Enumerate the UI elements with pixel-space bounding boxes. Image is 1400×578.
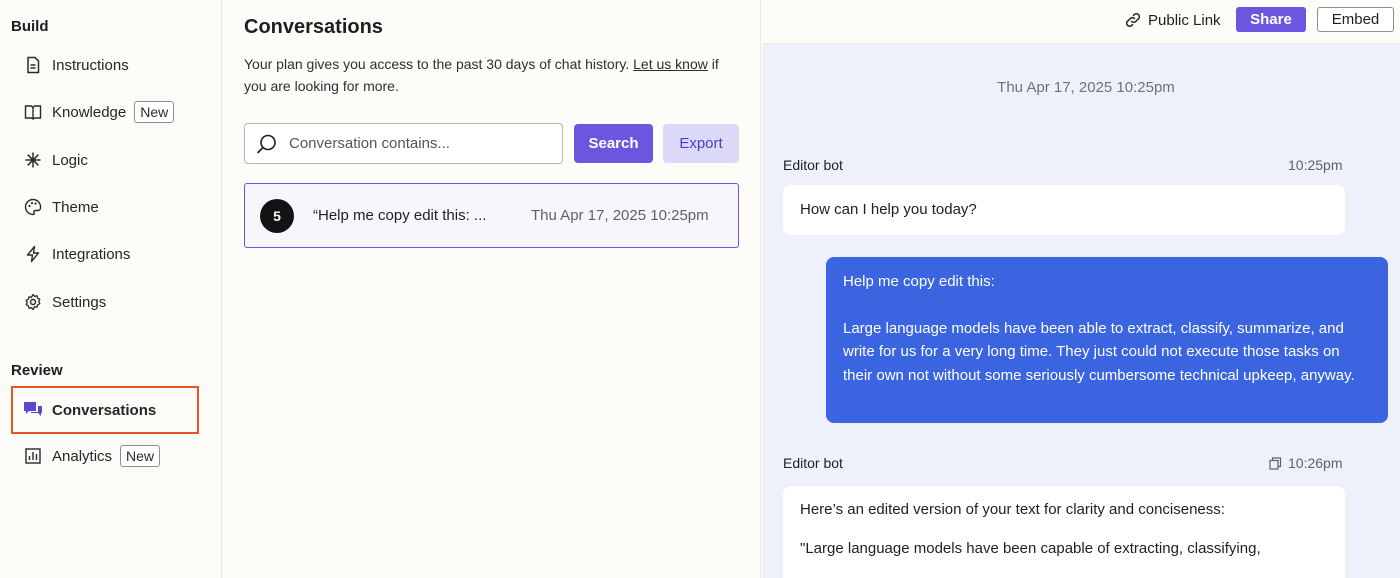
link-icon — [1124, 11, 1142, 29]
sidebar-item-label: Instructions — [52, 56, 129, 74]
new-badge: New — [120, 445, 161, 467]
sidebar-item-label: Settings — [52, 293, 107, 311]
message-text: How can I help you today? — [800, 201, 977, 218]
sidebar-item-label: Conversations — [52, 401, 157, 419]
sidebar-item-theme[interactable]: Theme — [14, 185, 198, 229]
public-link-button[interactable]: Public Link — [1124, 9, 1221, 31]
message-time: 10:26pm — [1269, 455, 1342, 471]
chat-bubbles-icon — [22, 399, 44, 421]
public-link-label: Public Link — [1148, 11, 1221, 29]
conversation-preview: “Help me copy edit this: ... — [313, 207, 487, 224]
sidebar-item-label: Knowledge — [52, 103, 127, 121]
message-sender: Editor bot — [783, 455, 843, 471]
message-time-text: 10:25pm — [1288, 157, 1343, 173]
build-section-title: Build — [11, 18, 49, 35]
plan-notice: Your plan gives you access to the past 3… — [244, 53, 734, 97]
chat-date: Thu Apr 17, 2025 10:25pm — [997, 79, 1175, 96]
message-text: Here’s an edited version of your text fo… — [800, 501, 1225, 518]
chat-toolbar: Public Link Share Embed — [762, 0, 1400, 44]
search-button[interactable]: Search — [574, 124, 653, 163]
sidebar-item-label: Analytics — [52, 447, 113, 465]
user-message-bubble: Help me copy edit this: Large language m… — [826, 257, 1388, 423]
sidebar-item-label: Logic — [52, 151, 88, 169]
new-badge: New — [134, 101, 175, 123]
conversation-timestamp: Thu Apr 17, 2025 10:25pm — [531, 207, 709, 224]
sidebar-item-analytics[interactable]: Analytics New — [14, 434, 198, 478]
share-button[interactable]: Share — [1236, 7, 1306, 32]
search-icon — [255, 132, 279, 156]
lightning-icon — [22, 243, 44, 265]
message-time: 10:25pm — [1288, 157, 1342, 173]
message-sender: Editor bot — [783, 157, 843, 173]
sidebar-item-label: Theme — [52, 198, 99, 216]
plan-text: Your plan gives you access to the past 3… — [244, 56, 634, 72]
conversations-panel: Conversations Your plan gives you access… — [222, 0, 761, 578]
bot-message-bubble: Here’s an edited version of your text fo… — [783, 486, 1345, 578]
asterisk-icon — [22, 149, 44, 171]
sidebar-item-logic[interactable]: Logic — [14, 138, 198, 182]
message-time-text: 10:26pm — [1288, 455, 1343, 471]
gear-icon — [22, 291, 44, 313]
sidebar-item-instructions[interactable]: Instructions — [14, 43, 198, 87]
message-text: "Large language models have been capable… — [800, 540, 1261, 557]
palette-icon — [22, 196, 44, 218]
book-icon — [22, 101, 44, 123]
sidebar-item-settings[interactable]: Settings — [14, 280, 198, 324]
export-button[interactable]: Export — [663, 124, 739, 163]
message-text: Help me copy edit this: — [843, 273, 995, 290]
embed-button[interactable]: Embed — [1317, 7, 1394, 32]
chat-panel: Public Link Share Embed Thu Apr 17, 2025… — [762, 0, 1400, 578]
sidebar: Build Instructions Knowledge New Logic T… — [0, 0, 222, 578]
message-count-badge: 5 — [260, 198, 294, 233]
search-field[interactable] — [244, 123, 563, 164]
let-us-know-link[interactable]: Let us know — [633, 56, 708, 72]
sidebar-item-conversations[interactable]: Conversations — [11, 386, 199, 434]
copy-icon[interactable] — [1269, 456, 1282, 470]
sidebar-item-integrations[interactable]: Integrations — [14, 232, 198, 276]
search-input[interactable] — [289, 135, 549, 152]
app-window: Build Instructions Knowledge New Logic T… — [0, 0, 1400, 578]
bot-message-bubble: How can I help you today? — [783, 185, 1345, 235]
message-text: Large language models have been able to … — [843, 319, 1355, 384]
conversation-row[interactable]: 5 “Help me copy edit this: ... Thu Apr 1… — [244, 183, 739, 248]
document-icon — [22, 54, 44, 76]
sidebar-item-label: Integrations — [52, 245, 131, 263]
bar-chart-icon — [22, 445, 44, 467]
review-section-title: Review — [11, 362, 63, 379]
page-title: Conversations — [244, 16, 383, 38]
sidebar-item-knowledge[interactable]: Knowledge New — [14, 90, 198, 134]
